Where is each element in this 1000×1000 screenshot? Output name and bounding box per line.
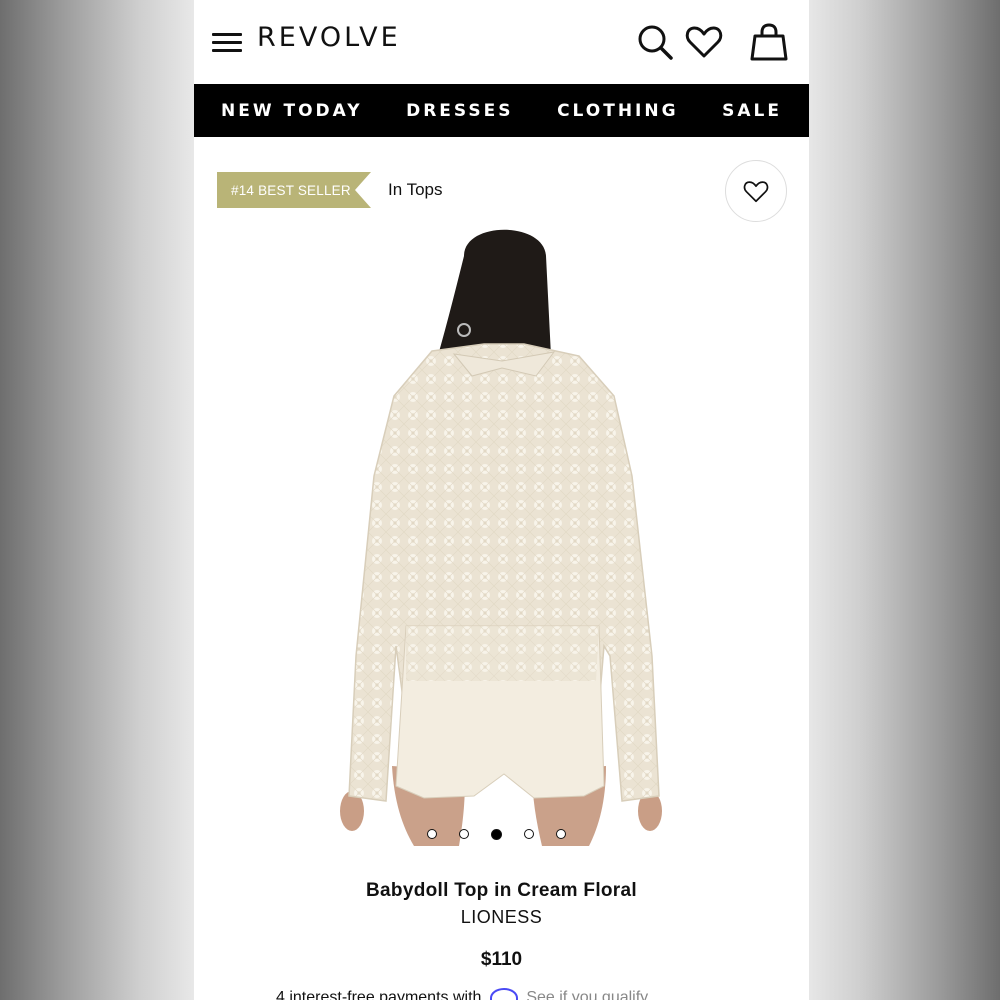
carousel-dot[interactable] <box>556 829 566 839</box>
search-icon[interactable] <box>635 22 675 62</box>
affirm-logo-icon <box>489 988 518 1000</box>
image-carousel-dots <box>427 829 566 840</box>
payment-text: 4 interest-free payments with <box>276 989 482 1000</box>
carousel-dot[interactable] <box>427 829 437 839</box>
nav-new-today[interactable]: NEW TODAY <box>221 101 363 121</box>
product-title: Babydoll Top in Cream Floral <box>366 880 637 901</box>
heart-icon <box>743 181 769 203</box>
nav-sale[interactable]: SALE <box>722 101 782 121</box>
carousel-dot[interactable] <box>524 829 534 839</box>
product-image[interactable] <box>314 226 689 850</box>
shopping-bag-icon[interactable] <box>748 22 788 62</box>
carousel-dot-active[interactable] <box>491 829 502 840</box>
heart-icon[interactable] <box>684 22 724 62</box>
nav-dresses[interactable]: DRESSES <box>406 101 513 121</box>
carousel-dot[interactable] <box>459 829 469 839</box>
qualify-link[interactable]: See if you qualify <box>526 989 648 1000</box>
best-seller-badge: #14 BEST SELLER <box>217 172 371 208</box>
favorite-button[interactable] <box>725 160 787 222</box>
top-header: REVOLVE <box>194 0 809 84</box>
nav-clothing[interactable]: CLOTHING <box>557 101 678 121</box>
category-nav: NEW TODAY DRESSES CLOTHING SALE <box>194 84 809 137</box>
badge-label: #14 BEST SELLER <box>231 182 351 198</box>
product-price: $110 <box>480 949 523 970</box>
product-brand[interactable]: LIONESS <box>194 907 809 928</box>
payment-info: 4 interest-free payments with See if you… <box>276 988 648 1000</box>
menu-icon[interactable] <box>212 33 242 53</box>
phone-screen: REVOLVE NEW TODAY DRESSES CLOTHING SALE <box>194 0 809 1000</box>
brand-logo[interactable]: REVOLVE <box>257 22 401 53</box>
category-link[interactable]: In Tops <box>388 180 443 200</box>
